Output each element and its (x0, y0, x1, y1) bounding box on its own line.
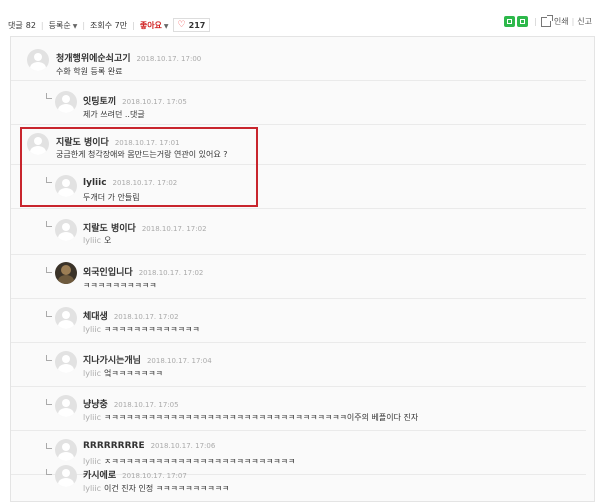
avatar[interactable] (55, 439, 77, 461)
mention[interactable]: lyliic (83, 413, 101, 422)
reply-arrow-icon (46, 267, 52, 273)
comment-date: 2018.10.17. 17:00 (136, 55, 202, 63)
avatar[interactable] (55, 395, 77, 417)
comment-date: 2018.10.17. 17:02 (141, 225, 207, 233)
comment-date: 2018.10.17. 17:02 (138, 269, 204, 277)
share-icon[interactable] (540, 14, 553, 27)
avatar[interactable] (55, 465, 77, 487)
bookmark-icon[interactable] (504, 16, 516, 27)
reply-arrow-icon (46, 221, 52, 227)
comment-text: 제가 쓰려던 ..댓글 (83, 110, 145, 119)
chevron-down-icon: ▼ (163, 22, 169, 30)
like-label: 좋아요 (139, 20, 162, 30)
comment-author[interactable]: 외국인입니다 2018.10.17. 17:02 (83, 265, 203, 278)
comment-label: 댓글 (8, 20, 23, 30)
print-button[interactable]: 인쇄 (554, 16, 569, 27)
comment-text: lyliic ㅋㅋㅋㅋㅋㅋㅋㅋㅋㅋㅋㅋㅋ (83, 325, 200, 334)
sort-dropdown[interactable]: 등록순 ▼ (49, 20, 78, 31)
comment-date: 2018.10.17. 17:05 (122, 98, 187, 106)
avatar[interactable] (55, 219, 77, 241)
comment-reply: 카시에로 2018.10.17. 17:07 lyliic 이건 진자 인정 ㅋㅋㅋ… (11, 461, 586, 501)
comment-author[interactable]: 잇팅토끼 2018.10.17. 17:05 (83, 94, 187, 107)
avatar[interactable] (55, 91, 77, 113)
avatar[interactable] (27, 49, 49, 71)
mention[interactable]: lyliic (83, 236, 101, 245)
toolbar-right: | 인쇄 | 신고 (502, 14, 592, 27)
reply-arrow-icon (46, 443, 52, 449)
comment-count: 82 (25, 20, 36, 30)
comment-toolbar: 댓글 82 | 등록순 ▼ | 조회수 7만 | 좋아요 ▼ ♡ 217 | 인쇄 |… (0, 10, 600, 36)
comment-date: 2018.10.17. 17:05 (113, 401, 179, 409)
highlight-box (20, 127, 258, 207)
comment-author[interactable]: 카시에로 2018.10.17. 17:07 (83, 468, 187, 481)
avatar[interactable] (55, 307, 77, 329)
comment-text: ㅋㅋㅋㅋㅋㅋㅋㅋㅋㅋ (83, 281, 157, 290)
comment-reply: 냥냥충 2018.10.17. 17:05 lyliic ㅋㅋㅋㅋㅋㅋㅋㅋㅋㅋㅋㅋㅋ… (11, 391, 586, 431)
comment-list: 청개행위에순쇠고기 2018.10.17. 17:00 수화 학원 등록 완료 잇… (10, 36, 595, 502)
reply-arrow-icon (46, 469, 52, 475)
comment-author[interactable]: 청개행위에순쇠고기 2018.10.17. 17:00 (56, 51, 201, 64)
comment-reply: 체대생 2018.10.17. 17:02 lyliic ㅋㅋㅋㅋㅋㅋㅋㅋㅋㅋㅋㅋㅋ (11, 303, 586, 343)
comment-date: 2018.10.17. 17:02 (113, 313, 179, 321)
avatar[interactable] (55, 262, 77, 284)
comment-author[interactable]: 냥냥충 2018.10.17. 17:05 (83, 397, 179, 410)
comment-date: 2018.10.17. 17:04 (146, 357, 212, 365)
comment-author[interactable]: 지랄도 병이다 2018.10.17. 17:02 (83, 221, 207, 234)
reply-arrow-icon (46, 311, 52, 317)
comment-author[interactable]: RRRRRRRRE 2018.10.17. 17:06 (83, 441, 215, 451)
comment-text: lyliic 오 (83, 236, 112, 245)
mention[interactable]: lyliic (83, 325, 101, 334)
comment-author[interactable]: 지나가시는개님 2018.10.17. 17:04 (83, 353, 212, 366)
bookmark-alt-icon[interactable] (517, 16, 529, 27)
like-dropdown[interactable]: 좋아요 ▼ (140, 20, 169, 31)
reply-arrow-icon (46, 399, 52, 405)
comment-text: lyliic 이건 진자 인정 ㅋㅋㅋㅋㅋㅋㅋㅋㅋㅋ (83, 484, 230, 493)
sort-label: 등록순 (48, 20, 71, 30)
comment-reply: 외국인입니다 2018.10.17. 17:02 ㅋㅋㅋㅋㅋㅋㅋㅋㅋㅋ (11, 259, 586, 299)
comment-author[interactable]: 체대생 2018.10.17. 17:02 (83, 309, 179, 322)
views-count: 조회수 7만 (90, 20, 128, 30)
like-button[interactable]: ♡ 217 (172, 18, 211, 32)
reply-arrow-icon (46, 93, 52, 99)
comment-date: 2018.10.17. 17:06 (150, 442, 216, 450)
mention[interactable]: lyliic (83, 369, 101, 378)
chevron-down-icon: ▼ (72, 22, 78, 30)
mention[interactable]: lyliic (83, 484, 101, 493)
heart-icon: ♡ (177, 20, 186, 30)
reply-arrow-icon (46, 355, 52, 361)
comment-text: 수화 학원 등록 완료 (56, 67, 123, 76)
comment-item: 청개행위에순쇠고기 2018.10.17. 17:00 수화 학원 등록 완료 (11, 41, 586, 81)
comment-text: lyliic ㅋㅋㅋㅋㅋㅋㅋㅋㅋㅋㅋㅋㅋㅋㅋㅋㅋㅋㅋㅋㅋㅋㅋㅋㅋㅋㅋㅋㅋㅋㅋㅋㅋ이… (83, 413, 419, 422)
comment-date: 2018.10.17. 17:07 (122, 472, 187, 480)
comment-text: lyliic 엌ㅋㅋㅋㅋㅋㅋㅋ (83, 369, 163, 378)
toolbar-left: 댓글 82 | 등록순 ▼ | 조회수 7만 | 좋아요 ▼ ♡ 217 (8, 18, 211, 32)
comment-reply: 지랄도 병이다 2018.10.17. 17:02 lyliic 오 (11, 213, 586, 255)
comment-reply: 지나가시는개님 2018.10.17. 17:04 lyliic 엌ㅋㅋㅋㅋㅋㅋㅋ (11, 347, 586, 387)
comment-reply: 잇팅토끼 2018.10.17. 17:05 제가 쓰려던 ..댓글 (11, 85, 586, 125)
report-button[interactable]: 신고 (577, 16, 592, 27)
like-count: 217 (188, 20, 206, 30)
avatar[interactable] (55, 351, 77, 373)
